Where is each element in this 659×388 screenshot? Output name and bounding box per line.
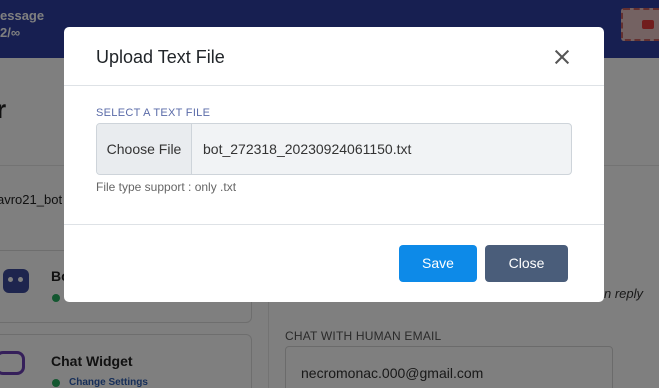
file-type-help: File type support : only .txt: [96, 180, 237, 194]
modal-title: Upload Text File: [96, 47, 225, 67]
upload-text-file-modal: Upload Text File SELECT A TEXT FILE Choo…: [64, 27, 604, 302]
file-input[interactable]: Choose File bot_272318_20230924061150.tx…: [96, 123, 572, 175]
close-button[interactable]: Close: [485, 245, 568, 282]
close-icon[interactable]: [552, 47, 572, 67]
file-field-label: SELECT A TEXT FILE: [96, 107, 211, 119]
selected-file-name: bot_272318_20230924061150.txt: [203, 141, 412, 157]
choose-file-button[interactable]: Choose File: [97, 124, 192, 174]
save-button[interactable]: Save: [399, 245, 477, 282]
header-divider: [64, 85, 604, 86]
footer-divider: [64, 224, 604, 225]
